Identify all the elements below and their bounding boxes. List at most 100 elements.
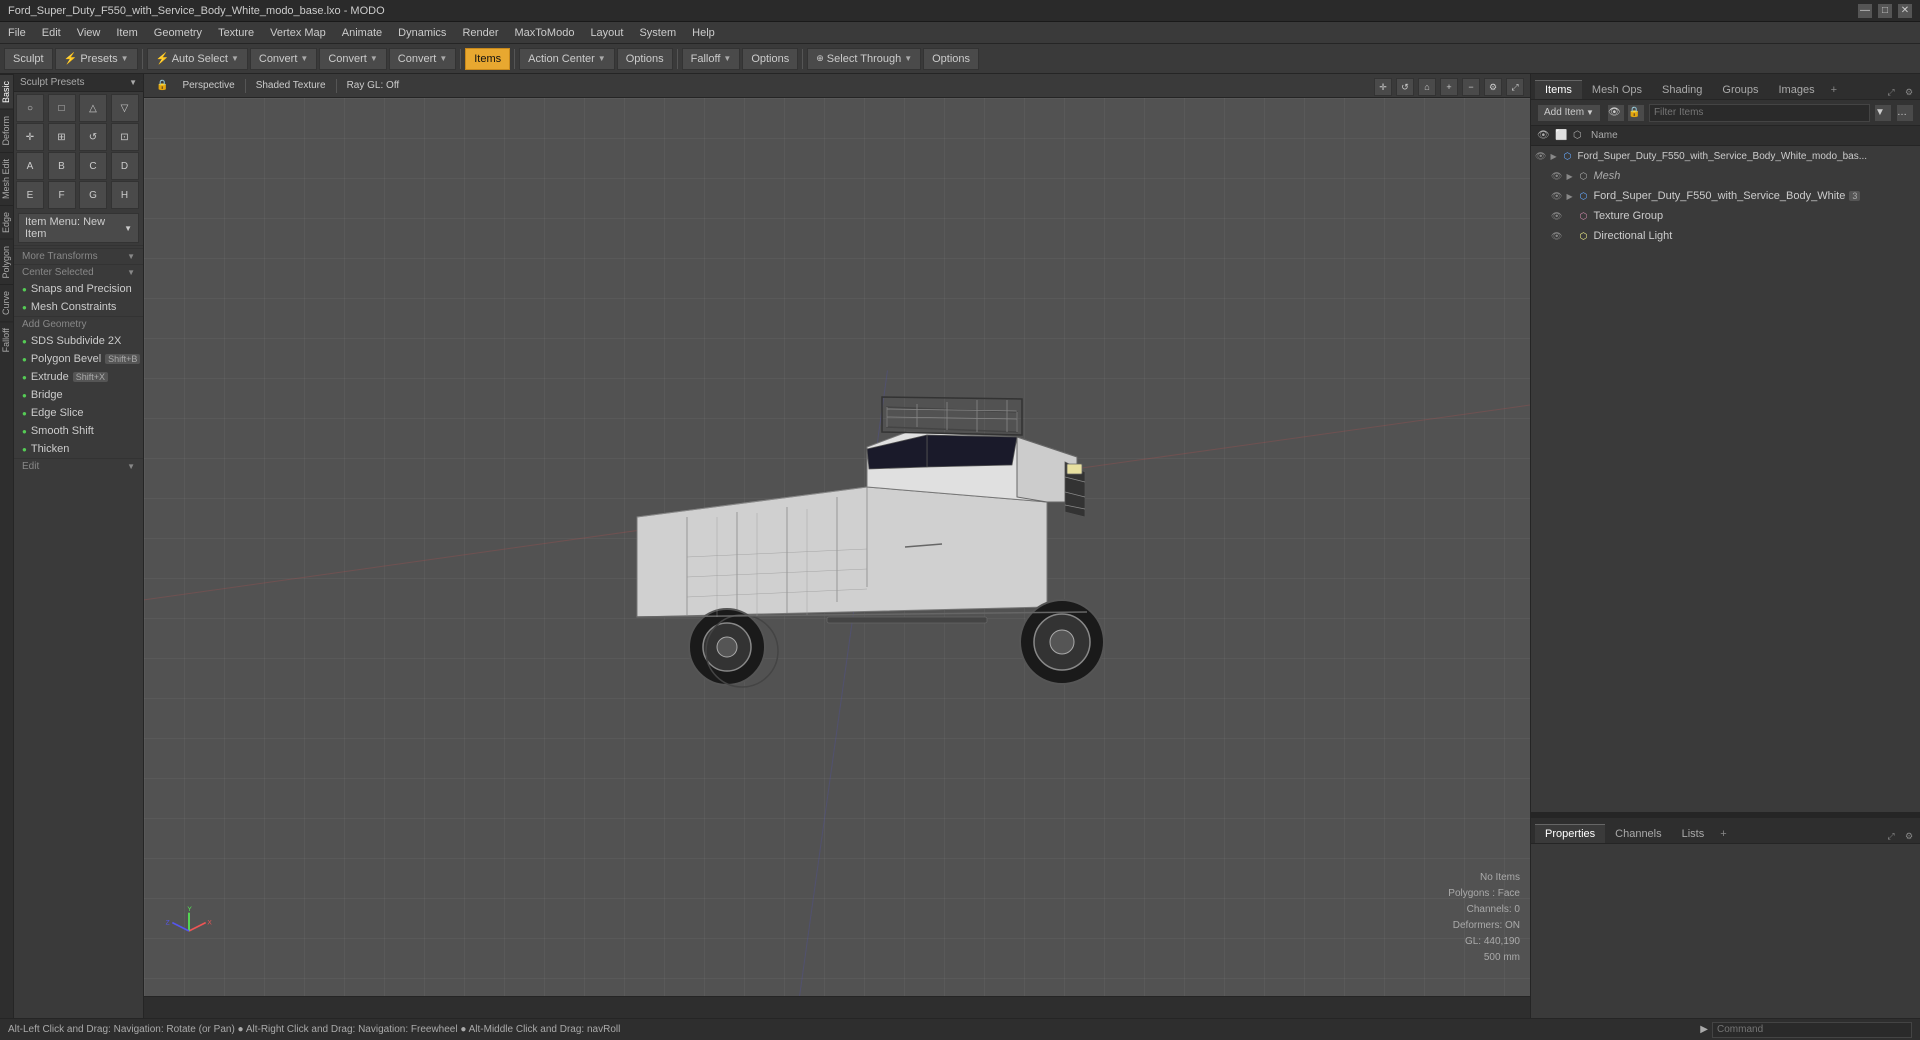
smooth-shift-item[interactable]: ● Smooth Shift: [14, 422, 143, 440]
add-geometry-label[interactable]: Add Geometry: [14, 316, 143, 332]
tool-f-btn[interactable]: F: [48, 181, 76, 209]
tab-add-icon[interactable]: +: [1825, 81, 1843, 99]
tab-properties[interactable]: Properties: [1535, 824, 1605, 843]
tool-b-btn[interactable]: B: [48, 152, 76, 180]
vert-tab-curve[interactable]: Curve: [0, 284, 13, 321]
convert-button-1[interactable]: Convert ▼: [250, 48, 317, 70]
thicken-item[interactable]: ● Thicken: [14, 440, 143, 458]
menu-texture[interactable]: Texture: [210, 25, 262, 41]
options-button-1[interactable]: Options: [617, 48, 673, 70]
nav-settings-icon[interactable]: ⚙: [1484, 78, 1502, 96]
menu-geometry[interactable]: Geometry: [146, 25, 210, 41]
items-button[interactable]: Items: [465, 48, 510, 70]
polygon-bevel-item[interactable]: ● Polygon Bevel Shift+B: [14, 350, 143, 368]
props-expand-icon[interactable]: ⤢: [1884, 829, 1898, 843]
tab-channels[interactable]: Channels: [1605, 824, 1671, 843]
tool-square-btn[interactable]: □: [48, 94, 76, 122]
viewport-shading-btn[interactable]: Shaded Texture: [250, 77, 332, 95]
menu-item[interactable]: Item: [108, 25, 145, 41]
nav-expand-icon[interactable]: ⤢: [1506, 78, 1524, 96]
options-button-3[interactable]: Options: [923, 48, 979, 70]
snaps-precision-item[interactable]: ● Snaps and Precision: [14, 280, 143, 298]
convert-button-2[interactable]: Convert ▼: [319, 48, 386, 70]
minimize-button[interactable]: —: [1858, 4, 1872, 18]
panel-settings-icon[interactable]: ⚙: [1902, 85, 1916, 99]
extrude-item[interactable]: ● Extrude Shift+X: [14, 368, 143, 386]
tab-items[interactable]: Items: [1535, 80, 1582, 99]
menu-help[interactable]: Help: [684, 25, 723, 41]
vert-tab-falloff[interactable]: Falloff: [0, 321, 13, 358]
tool-tri2-btn[interactable]: ▽: [111, 94, 139, 122]
center-selected-label[interactable]: Center Selected ▼: [14, 264, 143, 280]
vert-tab-edge[interactable]: Edge: [0, 205, 13, 239]
menu-view[interactable]: View: [69, 25, 109, 41]
select-through-button[interactable]: ⊕ Select Through ▼: [807, 48, 921, 70]
filter-items-input[interactable]: [1649, 104, 1870, 122]
sds-subdivide-item[interactable]: ● SDS Subdivide 2X: [14, 332, 143, 350]
panel-resize-handle[interactable]: [1531, 812, 1920, 816]
tab-images[interactable]: Images: [1769, 80, 1825, 99]
menu-render[interactable]: Render: [454, 25, 506, 41]
tool-circle-btn[interactable]: ○: [16, 94, 44, 122]
viewport-perspective-btn[interactable]: Perspective: [176, 77, 240, 95]
nav-undo-icon[interactable]: ↺: [1396, 78, 1414, 96]
tree-row-light[interactable]: 👁 ⬡ Directional Light: [1531, 226, 1920, 246]
nav-zoom-in-icon[interactable]: +: [1440, 78, 1458, 96]
props-settings-icon[interactable]: ⚙: [1902, 829, 1916, 843]
tab-mesh-ops[interactable]: Mesh Ops: [1582, 80, 1652, 99]
tab-shading[interactable]: Shading: [1652, 80, 1712, 99]
command-input[interactable]: [1712, 1022, 1912, 1038]
tool-a-btn[interactable]: A: [16, 152, 44, 180]
menu-system[interactable]: System: [631, 25, 684, 41]
close-button[interactable]: ✕: [1898, 4, 1912, 18]
vert-tab-deform[interactable]: Deform: [0, 109, 13, 152]
edit-label[interactable]: Edit ▼: [14, 458, 143, 474]
nav-home-icon[interactable]: ⌂: [1418, 78, 1436, 96]
options-button-2[interactable]: Options: [742, 48, 798, 70]
sculpt-presets-header[interactable]: Sculpt Presets ▼: [14, 74, 143, 92]
tool-h-btn[interactable]: H: [111, 181, 139, 209]
viewport-lock-btn[interactable]: 🔒: [150, 77, 174, 95]
vert-tab-mesh-edit[interactable]: Mesh Edit: [0, 152, 13, 205]
viewport-raygl-btn[interactable]: Ray GL: Off: [341, 77, 406, 95]
action-center-button[interactable]: Action Center ▼: [519, 48, 615, 70]
vert-tab-basic[interactable]: Basic: [0, 74, 13, 109]
menu-vertex-map[interactable]: Vertex Map: [262, 25, 334, 41]
tree-row-ford-model[interactable]: 👁 ▶ ⬡ Ford_Super_Duty_F550_with_Service_…: [1531, 186, 1920, 206]
add-item-button[interactable]: Add Item ▼: [1537, 104, 1601, 122]
auto-select-button[interactable]: ⚡ Auto Select ▼: [147, 48, 248, 70]
sculpt-button[interactable]: Sculpt: [4, 48, 53, 70]
props-tab-add-icon[interactable]: +: [1714, 825, 1732, 843]
edge-slice-item[interactable]: ● Edge Slice: [14, 404, 143, 422]
menu-layout[interactable]: Layout: [582, 25, 631, 41]
nav-fit-icon[interactable]: ✛: [1374, 78, 1392, 96]
items-more-btn[interactable]: …: [1896, 104, 1914, 122]
convert-button-3[interactable]: Convert ▼: [389, 48, 456, 70]
presets-button[interactable]: ⚡ Presets ▼: [55, 48, 138, 70]
tool-rot-btn[interactable]: ↺: [79, 123, 107, 151]
item-menu-dropdown[interactable]: Item Menu: New Item ▼: [18, 213, 139, 243]
tool-e-btn[interactable]: E: [16, 181, 44, 209]
mesh-constraints-item[interactable]: ● Mesh Constraints: [14, 298, 143, 316]
tool-tri-btn[interactable]: △: [79, 94, 107, 122]
tab-lists[interactable]: Lists: [1672, 824, 1715, 843]
bridge-item[interactable]: ● Bridge: [14, 386, 143, 404]
panel-expand-icon[interactable]: ⤢: [1884, 85, 1898, 99]
menu-file[interactable]: File: [0, 25, 34, 41]
menu-maxtomodo[interactable]: MaxToModo: [507, 25, 583, 41]
filter-options-btn[interactable]: ▼: [1874, 104, 1892, 122]
nav-zoom-out-icon[interactable]: −: [1462, 78, 1480, 96]
menu-animate[interactable]: Animate: [334, 25, 390, 41]
tool-scale-btn[interactable]: ⊞: [48, 123, 76, 151]
tab-groups[interactable]: Groups: [1712, 80, 1768, 99]
menu-edit[interactable]: Edit: [34, 25, 69, 41]
tool-g-btn[interactable]: G: [79, 181, 107, 209]
tree-row-scene[interactable]: 👁 ▶ ⬡ Ford_Super_Duty_F550_with_Service_…: [1531, 146, 1920, 166]
falloff-button[interactable]: Falloff ▼: [682, 48, 741, 70]
more-transforms-label[interactable]: More Transforms ▼: [14, 248, 143, 264]
maximize-button[interactable]: □: [1878, 4, 1892, 18]
tool-sel-btn[interactable]: ⊡: [111, 123, 139, 151]
menu-dynamics[interactable]: Dynamics: [390, 25, 454, 41]
tree-row-mesh[interactable]: 👁 ▶ ⬡ Mesh: [1531, 166, 1920, 186]
items-lock-btn[interactable]: 🔒: [1627, 104, 1645, 122]
